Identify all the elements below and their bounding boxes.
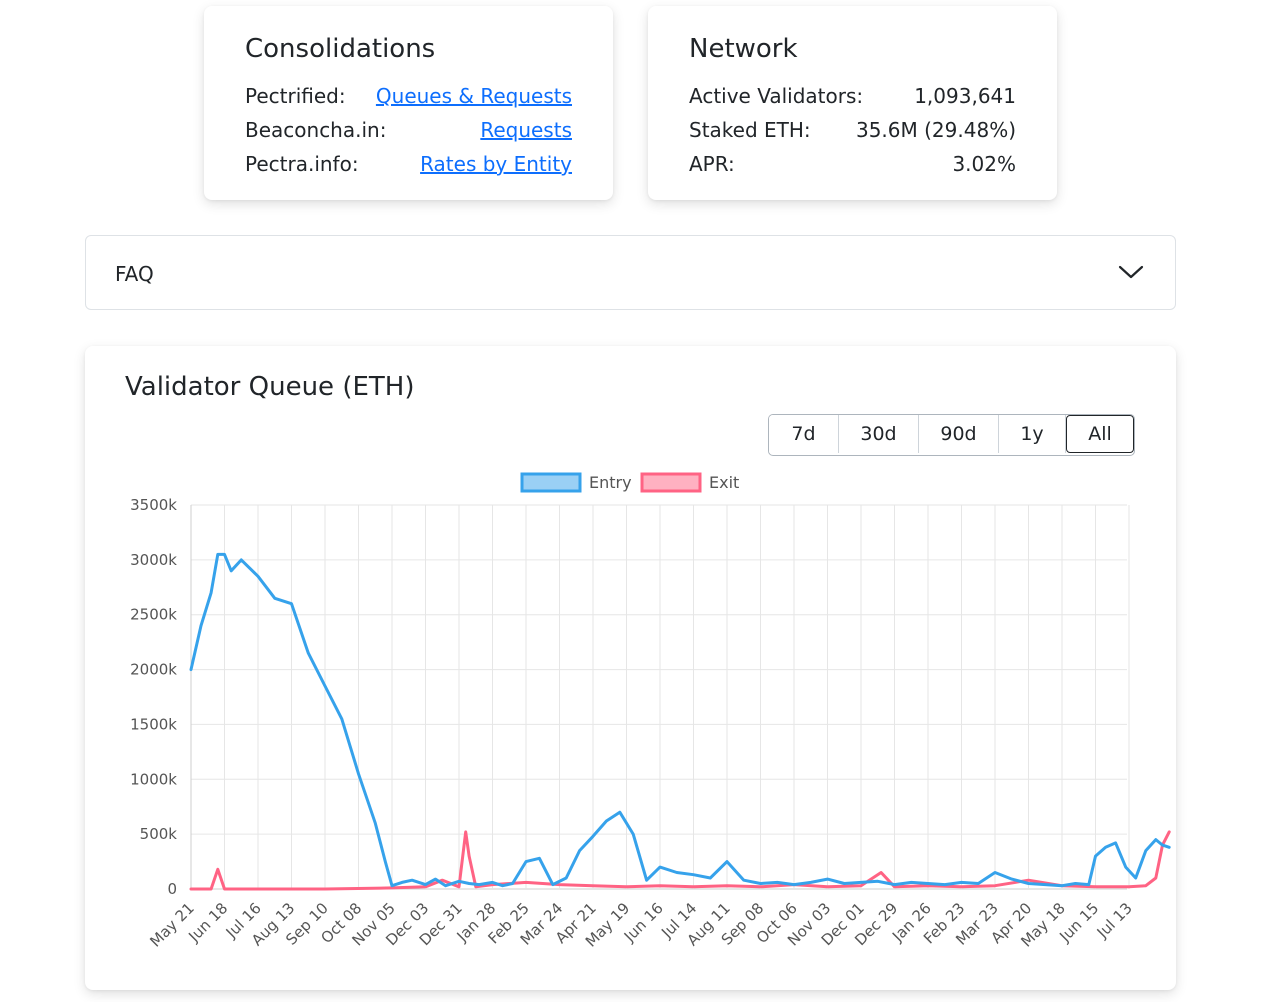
y-tick-label: 500k: [140, 825, 178, 843]
y-tick-label: 1000k: [130, 770, 177, 788]
validator-queue-title: Validator Queue (ETH): [125, 372, 415, 402]
range-all-button[interactable]: All: [1066, 415, 1134, 453]
network-row: Active Validators: 1,093,641: [689, 84, 1016, 114]
requests-link[interactable]: Requests: [480, 118, 572, 142]
range-90d-button[interactable]: 90d: [919, 415, 999, 453]
validator-queue-card: 0 500k 1000k 1500k 2000k 2500k 3000k 3500k May 2…: [85, 346, 1176, 990]
consolidations-card: Consolidations Pectrified: Queues & Requ…: [204, 6, 613, 200]
y-tick-label: 2000k: [130, 661, 177, 679]
network-row: Staked ETH: 35.6M (29.48%): [689, 118, 1016, 148]
network-row: APR: 3.02%: [689, 152, 1016, 182]
consolidations-row: Pectra.info: Rates by Entity: [245, 152, 572, 182]
consolidations-title: Consolidations: [245, 34, 436, 64]
chevron-down-icon: [1118, 265, 1144, 279]
y-tick-label: 2500k: [130, 606, 177, 624]
consolidations-row: Beaconcha.in: Requests: [245, 118, 572, 148]
legend-label-entry: Entry: [589, 473, 632, 492]
row-label: APR:: [689, 152, 735, 176]
legend-swatch-exit: [640, 472, 702, 493]
network-card: Network Active Validators: 1,093,641 Sta…: [648, 6, 1057, 200]
queues-requests-link[interactable]: Queues & Requests: [376, 84, 572, 108]
staked-eth-value: 35.6M (29.48%): [855, 118, 1016, 142]
y-tick-label: 1500k: [130, 715, 177, 733]
x-tick-label: May 21: [146, 899, 198, 951]
row-label: Beaconcha.in:: [245, 118, 387, 142]
faq-label: FAQ: [115, 262, 154, 286]
range-1y-button[interactable]: 1y: [999, 415, 1066, 453]
apr-value: 3.02%: [952, 152, 1016, 176]
rates-by-entity-link[interactable]: Rates by Entity: [420, 152, 572, 176]
row-label: Active Validators:: [689, 84, 864, 108]
series-entry-line: [189, 552, 1171, 888]
range-selector: 7d 30d 90d 1y All: [768, 414, 1135, 456]
row-label: Pectra.info:: [245, 152, 359, 176]
y-tick-label: 3500k: [130, 496, 177, 514]
x-tick-label: Jul 13: [1093, 899, 1136, 942]
legend-label-exit: Exit: [709, 473, 739, 492]
consolidations-row: Pectrified: Queues & Requests: [245, 84, 572, 114]
y-tick-label: 0: [167, 880, 177, 898]
row-label: Pectrified:: [245, 84, 346, 108]
network-title: Network: [689, 34, 798, 64]
range-30d-button[interactable]: 30d: [839, 415, 919, 453]
legend-swatch-entry: [520, 472, 582, 493]
y-tick-label: 3000k: [130, 551, 177, 569]
range-7d-button[interactable]: 7d: [769, 415, 839, 453]
faq-accordion[interactable]: FAQ: [85, 235, 1176, 310]
active-validators-value: 1,093,641: [914, 84, 1016, 108]
row-label: Staked ETH:: [689, 118, 811, 142]
